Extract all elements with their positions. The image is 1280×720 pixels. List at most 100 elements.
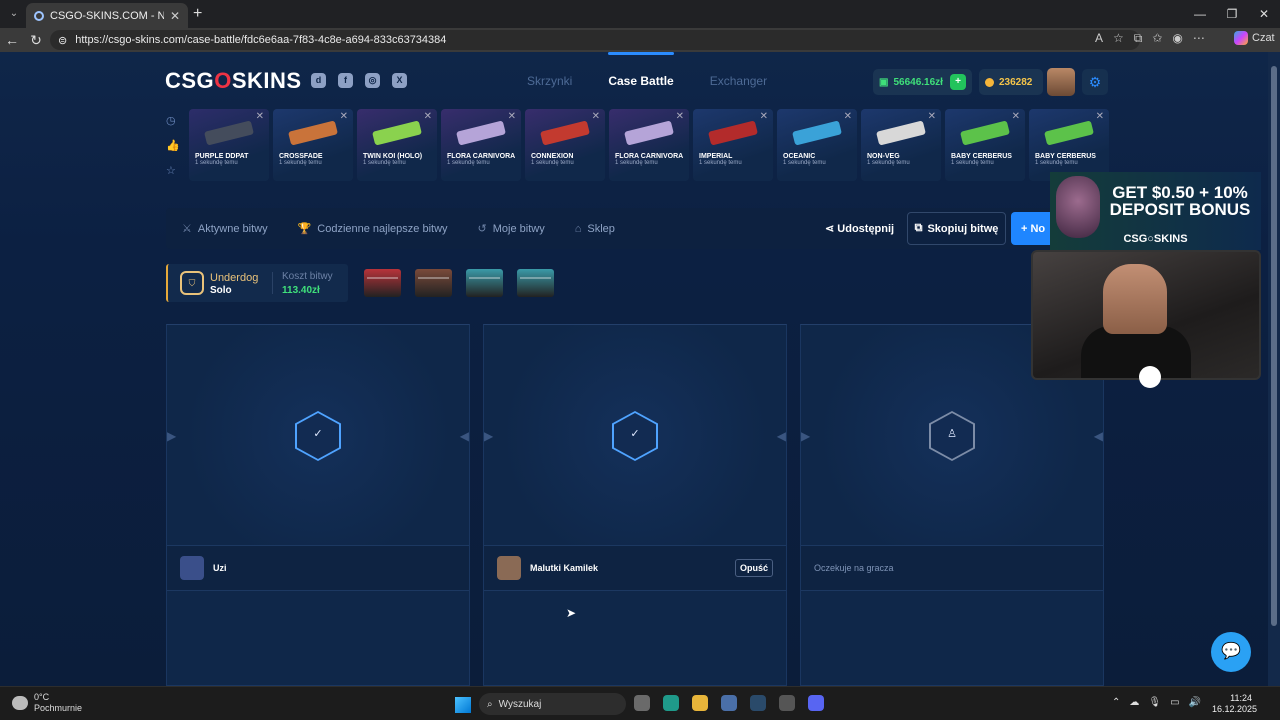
deposit-plus-button[interactable]: + <box>950 74 966 90</box>
settings-gear-icon[interactable]: ⚙ <box>1082 69 1108 95</box>
microphone-icon[interactable]: 🎙 <box>1148 697 1161 708</box>
live-feed-filters: ◷ 👍 ☆ <box>166 114 180 177</box>
battle-case[interactable] <box>364 269 401 297</box>
player-avatar <box>180 556 204 580</box>
reload-icon[interactable]: ↻ <box>24 32 48 49</box>
battle-case[interactable] <box>466 269 503 297</box>
taskbar-clock[interactable]: 11:24 16.12.2025 <box>1212 693 1257 715</box>
url-field[interactable]: ⊜ https://csgo-skins.com/case-battle/fdc… <box>50 30 1140 50</box>
live-drop-card[interactable]: ✕ FLORA CARNIVORA 1 sekundę temu <box>441 109 521 181</box>
more-menu-icon[interactable]: ⋯ <box>1193 31 1205 46</box>
task-view-icon[interactable] <box>634 695 650 711</box>
back-icon[interactable]: ← <box>0 32 24 48</box>
steam-icon[interactable] <box>750 695 766 711</box>
profile-icon[interactable]: ◉ <box>1172 31 1182 46</box>
copilot-button[interactable]: Czat <box>1234 31 1275 45</box>
scrollbar-thumb[interactable] <box>1271 66 1277 626</box>
live-drop-card[interactable]: ✕ NON-VEG 1 sekundę temu <box>861 109 941 181</box>
favorite-star-icon[interactable]: ☆ <box>1113 31 1124 46</box>
system-tray: ⌃ ☁ 🎙 ▭ 🔊 <box>1112 697 1201 708</box>
volume-icon[interactable]: 🔊 <box>1189 697 1201 708</box>
tab-shop[interactable]: ⌂ Sklep <box>575 223 615 235</box>
dismiss-icon[interactable]: ✕ <box>592 111 600 122</box>
dismiss-icon[interactable]: ✕ <box>424 111 432 122</box>
battle-case[interactable] <box>415 269 452 297</box>
facebook-icon[interactable]: f <box>338 73 353 88</box>
leave-button[interactable]: Opuść <box>734 559 773 577</box>
taskbar-search[interactable]: ⌕ Wyszukaj <box>479 693 626 715</box>
live-drop-card[interactable]: ✕ PURPLE DDPAT 1 sekundę temu <box>189 109 269 181</box>
file-explorer-icon[interactable] <box>692 695 708 711</box>
dismiss-icon[interactable]: ✕ <box>844 111 852 122</box>
address-bar: ← ↻ ⊜ https://csgo-skins.com/case-battle… <box>0 28 1280 52</box>
live-chat-icon[interactable]: 💬 <box>1211 632 1251 672</box>
page-scrollbar[interactable] <box>1268 52 1280 686</box>
network-icon[interactable]: ▭ <box>1170 697 1179 708</box>
site-favicon-icon <box>34 10 44 21</box>
basket-icon: ⌂ <box>574 222 582 235</box>
skin-image <box>783 113 851 153</box>
restore-icon[interactable]: ❐ <box>1216 0 1248 28</box>
x-twitter-icon[interactable]: X <box>392 73 407 88</box>
windows-start-icon[interactable] <box>455 697 471 713</box>
mouse-cursor-icon: ➤ <box>566 606 577 620</box>
dismiss-icon[interactable]: ✕ <box>760 111 768 122</box>
drop-time: 1 sekundę temu <box>363 160 406 166</box>
dismiss-icon[interactable]: ✕ <box>928 111 936 122</box>
read-aloud-icon[interactable]: A <box>1095 31 1103 46</box>
dismiss-icon[interactable]: ✕ <box>676 111 684 122</box>
dismiss-icon[interactable]: ✕ <box>1096 111 1104 122</box>
dismiss-icon[interactable]: ✕ <box>1012 111 1020 122</box>
live-drop-card[interactable]: ✕ BABY CERBERUS 1 sekundę temu <box>945 109 1025 181</box>
skin-name: PURPLE DDPAT <box>195 153 249 160</box>
recent-clock-icon[interactable]: ◷ <box>166 114 180 127</box>
store-icon[interactable] <box>721 695 737 711</box>
hex-glyph: ♙ <box>947 428 957 440</box>
user-avatar[interactable] <box>1047 68 1075 96</box>
live-drop-card[interactable]: ✕ BABY CERBERUS 1 sekundę temu <box>1029 109 1109 181</box>
tray-cloud-icon[interactable]: ☁ <box>1129 697 1139 708</box>
live-drop-card[interactable]: ✕ IMPERIAL 1 sekundę temu <box>693 109 773 181</box>
site-logo[interactable]: CSGOSKINS <box>165 68 302 94</box>
live-drop-card[interactable]: ✕ TWIN KOI (HOLO) 1 sekundę temu <box>357 109 437 181</box>
site-info-icon[interactable]: ⊜ <box>58 34 67 47</box>
weather-widget[interactable]: 0°C Pochmurnie <box>12 692 82 714</box>
balance-box[interactable]: ▣ 56646.16zł + <box>873 69 972 95</box>
discord-app-icon[interactable] <box>808 695 824 711</box>
close-tab-icon[interactable]: ✕ <box>170 9 180 23</box>
coins-box[interactable]: 236282 <box>979 69 1043 95</box>
nav-skrzynki[interactable]: Skrzynki <box>527 74 572 88</box>
top-thumb-icon[interactable]: 👍 <box>166 139 180 152</box>
live-drop-card[interactable]: ✕ CONNEXION 1 sekundę temu <box>525 109 605 181</box>
live-drop-card[interactable]: ✕ CROSSFADE 1 sekundę temu <box>273 109 353 181</box>
skin-name: TWIN KOI (HOLO) <box>363 153 423 160</box>
obs-icon[interactable] <box>779 695 795 711</box>
discord-icon[interactable]: d <box>311 73 326 88</box>
browser-tab[interactable]: CSGO-SKINS.COM - Najlepsze Sk ✕ <box>26 3 188 28</box>
battle-case[interactable] <box>517 269 554 297</box>
join-user-icon[interactable]: ♙ <box>929 411 975 461</box>
minimize-icon[interactable]: — <box>1184 0 1216 28</box>
best-star-icon[interactable]: ☆ <box>166 164 180 177</box>
dismiss-icon[interactable]: ✕ <box>256 111 264 122</box>
live-drop-card[interactable]: ✕ OCEANIC 1 sekundę temu <box>777 109 857 181</box>
edge-icon[interactable] <box>663 695 679 711</box>
share-button[interactable]: ⋖ Udostępnij <box>825 222 894 235</box>
dismiss-icon[interactable]: ✕ <box>340 111 348 122</box>
new-battle-label: + No <box>1021 222 1046 235</box>
extensions-icon[interactable]: ⧉ <box>1134 31 1143 46</box>
instagram-icon[interactable]: ◎ <box>365 73 380 88</box>
dismiss-icon[interactable]: ✕ <box>508 111 516 122</box>
tab-my-battles[interactable]: ↺ Moje bitwy <box>478 222 545 235</box>
new-tab-icon[interactable]: + <box>193 5 202 23</box>
tab-active-battles[interactable]: ⚔ Aktywne bitwy <box>182 222 268 235</box>
tab-daily-best-battles[interactable]: 🏆 Codzienne najlepsze bitwy <box>298 222 448 235</box>
close-window-icon[interactable]: ✕ <box>1248 0 1280 28</box>
tray-chevron-icon[interactable]: ⌃ <box>1112 697 1120 708</box>
nav-exchanger[interactable]: Exchanger <box>710 74 767 88</box>
copy-battle-button[interactable]: ⧉ Skopiuj bitwę <box>907 212 1006 245</box>
tab-list-icon[interactable]: ⌄ <box>6 6 22 22</box>
favorites-icon[interactable]: ✩ <box>1152 31 1162 46</box>
live-drop-card[interactable]: ✕ FLORA CARNIVORA 1 sekundę temu <box>609 109 689 181</box>
nav-case-battle[interactable]: Case Battle <box>608 52 675 88</box>
